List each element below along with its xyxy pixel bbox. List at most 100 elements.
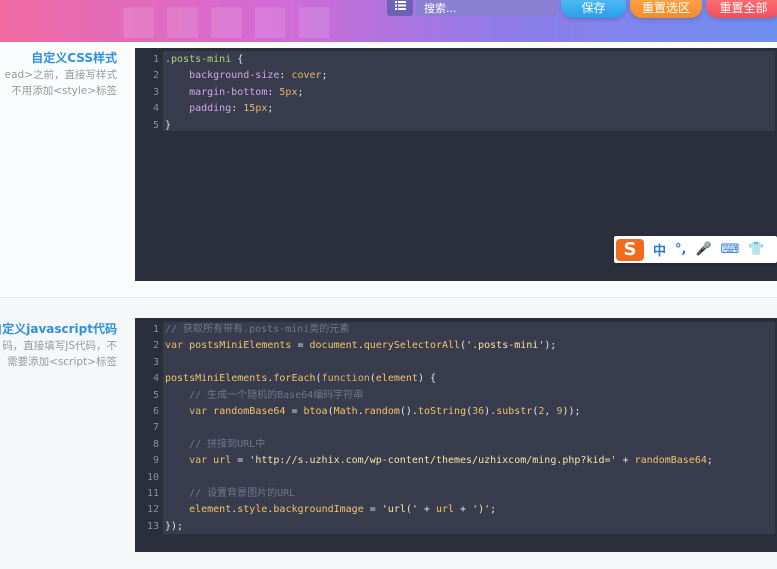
code-token: 15px [243, 103, 268, 115]
js-line-text: // 获取所有带有.posts-mini类的元素 [165, 322, 349, 338]
code-token: querySelectorAll [363, 340, 461, 352]
code-token: + [616, 455, 635, 467]
code-token: var [165, 406, 214, 417]
code-token: Math [333, 406, 358, 417]
code-token: document [309, 340, 358, 352]
code-token: 'url(' [381, 504, 418, 516]
code-token: style [237, 504, 268, 516]
code-token: element [375, 373, 418, 385]
code-token: = [291, 340, 310, 352]
code-token: { [231, 54, 244, 65]
code-token: } [165, 119, 172, 131]
code-token: postsMiniElements [165, 373, 268, 385]
js-code-editor[interactable]: 1 // 获取所有带有.posts-mini类的元素 2 var postsMiniE… [135, 318, 777, 552]
code-token: function [321, 373, 370, 385]
code-token: = [363, 504, 382, 516]
js-line-text: postsMiniElements.forEach(function(eleme… [165, 371, 436, 387]
code-token: cover [291, 70, 322, 82]
code-token: .posts-mini [165, 54, 232, 65]
code-token: ); [544, 340, 557, 352]
header-bar: ■■■■■ 搜索... 保存 重置选区 重置全部 [0, 0, 777, 42]
code-token: substr [496, 406, 533, 417]
js-line-text: var postsMiniElements = document.querySe… [165, 338, 556, 354]
css-line-text: background-size: cover; [165, 68, 328, 84]
js-line-number: 12 [146, 504, 159, 516]
reset-selection-button[interactable]: 重置选区 [630, 0, 702, 18]
code-token: ')' [472, 504, 491, 516]
css-line-text: .posts-mini { [165, 52, 243, 68]
js-line-number: 9 [152, 455, 159, 467]
code-token: randomBase64 [634, 455, 707, 467]
menu-list-button[interactable] [387, 0, 413, 16]
code-token: = [285, 406, 304, 417]
code-token: element [165, 504, 232, 516]
code-token: random [363, 406, 400, 417]
css-option-title: 自定义CSS样式 [31, 51, 117, 65]
save-button[interactable]: 保存 [561, 0, 626, 18]
js-line-number: 10 [146, 471, 159, 483]
code-token: url [213, 455, 232, 467]
js-line-text: // 拼接到URL中 [165, 437, 265, 453]
search-input[interactable]: 搜索... [416, 0, 557, 16]
code-token: forEach [273, 373, 316, 385]
js-line-number: 2 [152, 340, 159, 352]
css-option-desc-1: ead>之前，直接写样式 [4, 69, 117, 81]
code-token: ; [490, 504, 497, 516]
code-token: var [165, 455, 214, 467]
css-line-text: margin-bottom: 5px; [165, 85, 304, 101]
css-line-number: 4 [152, 103, 159, 115]
css-option-desc-2: 不用添加<style>标签 [11, 85, 117, 97]
skin-icon[interactable]: 👕 [748, 242, 764, 257]
microphone-icon[interactable]: 🎤 [695, 242, 711, 257]
js-line-number: 3 [152, 356, 159, 368]
punctuation-icon[interactable]: °, [675, 242, 686, 257]
code-token: ; [297, 86, 304, 98]
css-line-number: 3 [152, 86, 159, 98]
code-token: )); [562, 406, 581, 417]
header-decoration: ■■■■■ [120, 0, 339, 42]
js-line-number: 4 [152, 373, 159, 385]
ime-toolbar: S 中 °, 🎤 ⌨ 👕 [614, 236, 777, 263]
css-line-number: 5 [152, 119, 159, 131]
css-line-number: 2 [152, 70, 159, 82]
code-token: backgroundImage [273, 504, 364, 516]
js-line-text: }); [165, 519, 183, 535]
code-token: url [435, 504, 455, 516]
js-line-number: 11 [146, 488, 159, 499]
css-line-text: padding: 15px; [165, 101, 273, 117]
reset-all-button[interactable]: 重置全部 [706, 0, 777, 18]
js-line-number: 8 [152, 438, 159, 450]
code-token: padding [165, 103, 232, 115]
code-token: // 拼接到URL中 [165, 438, 266, 450]
code-token: ). [484, 406, 497, 417]
code-token: margin-bottom [165, 86, 268, 98]
code-token: btoa [303, 406, 328, 417]
code-token: // 获取所有带有.posts-mini类的元素 [165, 324, 350, 335]
code-token: ; [267, 103, 274, 115]
js-line-number: 5 [152, 389, 159, 401]
code-token: '.posts-mini' [466, 340, 545, 352]
code-token: randomBase64 [213, 406, 286, 417]
js-line-text: element.style.backgroundImage = 'url(' +… [165, 502, 496, 518]
sogou-logo-icon[interactable]: S [616, 238, 644, 261]
js-line-number: 1 [152, 324, 159, 335]
code-token: postsMiniElements [189, 340, 292, 352]
js-option-desc-1: 码，直接填写JS代码，不 [2, 340, 117, 352]
keyboard-icon[interactable]: ⌨ [721, 242, 740, 257]
code-token: ; [706, 455, 713, 467]
list-icon [394, 0, 406, 10]
code-token: background-size [165, 70, 280, 82]
js-line-number: 6 [152, 406, 159, 417]
js-line-text: var randomBase64 = btoa(Math.random().to… [165, 404, 581, 420]
code-token: : [231, 103, 244, 115]
section-divider [0, 297, 777, 298]
css-line-text: } [165, 118, 171, 134]
css-line-number: 1 [152, 54, 159, 65]
code-token: 36 [472, 406, 485, 417]
code-token: ; [321, 70, 328, 82]
code-token: ) { [417, 373, 436, 385]
code-token: 5px [279, 86, 298, 98]
js-line-text: // 生成一个随机的Base64编码字符串 [165, 388, 363, 404]
chinese-mode-icon[interactable]: 中 [653, 240, 666, 259]
code-token: 'http://s.uzhix.com/wp-content/themes/uz… [249, 455, 617, 467]
